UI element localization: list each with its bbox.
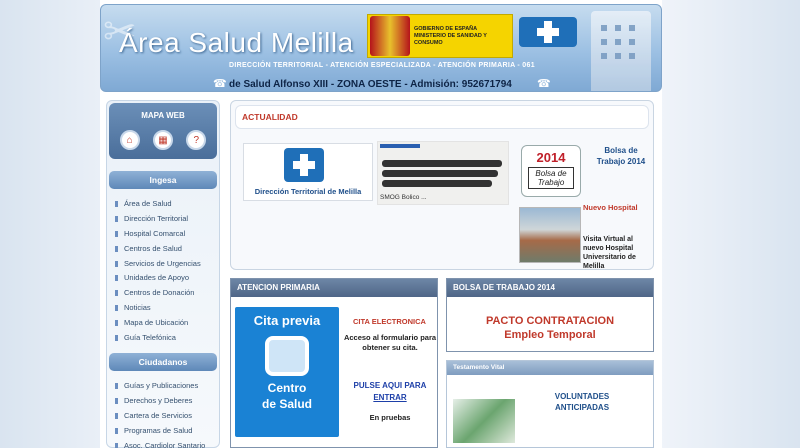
phone-icon: ☎ — [213, 78, 227, 90]
acceso-text: Acceso al formulario para obtener su cit… — [343, 333, 437, 352]
ingesa-cross-icon — [284, 148, 324, 182]
testamento-vital-panel: Testamento Vital VOLUNTADES ANTICIPADAS — [446, 360, 654, 448]
menu-item-donacion[interactable]: Centros de Donación — [115, 286, 219, 301]
menu-item-noticias[interactable]: Noticias — [115, 301, 219, 316]
cita-line3: de Salud — [261, 397, 312, 411]
writing-hand-image[interactable] — [453, 399, 515, 443]
phone-icon-right: ☎ — [537, 78, 551, 90]
gov-logo-line1: GOBIERNO DE ESPAÑA — [413, 25, 478, 32]
menu-item-centros-salud[interactable]: Centros de Salud — [115, 242, 219, 257]
news-redacted-line — [382, 160, 502, 167]
menu-item-unidades-apoyo[interactable]: Unidades de Apoyo — [115, 271, 219, 286]
visita-virtual-text[interactable]: Visita Virtual al nuevo Hospital Univers… — [583, 235, 653, 271]
mapa-web-title: MAPA WEB — [141, 111, 185, 120]
site-header: ✂ Área Salud Melilla GOBIERNO DE ESPAÑA … — [100, 4, 662, 92]
cita-line1: Cita previa — [253, 313, 321, 328]
news-snippet: SMOG Bolico ... — [380, 194, 427, 201]
cita-electronica-label: CITA ELECTRONICA — [353, 317, 426, 326]
actualidad-box: ACTUALIDAD Dirección Territorial de Meli… — [230, 100, 654, 270]
atencion-primaria-header: ATENCION PRIMARIA — [231, 279, 437, 297]
entrar-link[interactable]: ENTRAR — [343, 393, 437, 402]
bolsa-year: 2014 — [536, 150, 566, 165]
testamento-vital-header: Testamento Vital — [447, 361, 653, 375]
gobierno-espana-logo[interactable]: GOBIERNO DE ESPAÑA MINISTERIO DE SANIDAD… — [367, 14, 513, 58]
menu-item-asoc[interactable]: Asoc. Cardiolor Santario — [115, 439, 219, 448]
empleo-temporal-link[interactable]: Empleo Temporal — [447, 329, 653, 341]
site-title[interactable]: Área Salud Melilla — [119, 27, 354, 59]
actualidad-title: ACTUALIDAD — [242, 112, 298, 122]
news-link-bar — [380, 144, 420, 148]
menu-item-programas[interactable]: Programas de Salud — [115, 424, 219, 439]
page: ✂ Área Salud Melilla GOBIERNO DE ESPAÑA … — [100, 0, 662, 448]
actualidad-tab: ACTUALIDAD — [235, 105, 649, 129]
health-cross-icon — [537, 21, 559, 43]
menu-item-area-salud[interactable]: Área de Salud — [115, 197, 219, 212]
news-redacted-line — [382, 180, 492, 187]
help-icon[interactable]: ? — [186, 130, 207, 150]
menu-item-cartera[interactable]: Cartera de Servicios — [115, 409, 219, 424]
ciudadanos-menu: Guías y Publicaciones Derechos y Deberes… — [115, 379, 219, 448]
ingesa-menu: Área de Salud Dirección Territorial Hosp… — [115, 197, 219, 346]
news-redacted-line — [382, 170, 498, 177]
menu-item-hospital[interactable]: Hospital Comarcal — [115, 227, 219, 242]
voluntades-anticipadas-link[interactable]: VOLUNTADES ANTICIPADAS — [527, 391, 637, 413]
ciudadanos-section-head[interactable]: Ciudadanos — [109, 353, 217, 371]
en-pruebas-text: En pruebas — [369, 413, 411, 422]
bolsa-title-link[interactable]: Bolsa de Trabajo 2014 — [589, 145, 653, 167]
news-item[interactable]: SMOG Bolico ... — [377, 141, 509, 205]
ingesa-logo[interactable] — [519, 17, 577, 47]
mapa-web-box: MAPA WEB ⌂ ▦ ? — [109, 103, 217, 159]
menu-item-guias[interactable]: Guías y Publicaciones — [115, 379, 219, 394]
bolsa-tag: Bolsa de Trabajo — [528, 167, 574, 189]
cita-line2: Centro — [267, 381, 307, 395]
dt-label: Dirección Territorial de Melilla — [254, 187, 362, 196]
menu-item-urgencias[interactable]: Servicios de Urgencias — [115, 257, 219, 272]
nuevo-hospital-photo[interactable] — [519, 207, 581, 263]
bolsa-trabajo-panel: BOLSA DE TRABAJO 2014 PACTO CONTRATACION… — [446, 278, 654, 352]
cita-previa-banner[interactable]: Cita previa Centro de Salud — [235, 307, 339, 437]
mobile-phone-icon — [265, 336, 309, 376]
direccion-territorial-banner[interactable]: Dirección Territorial de Melilla — [243, 143, 373, 201]
nuevo-hospital-title[interactable]: Nuevo Hospital — [583, 203, 638, 213]
hospital-building-image — [591, 11, 651, 91]
pulse-aqui-text[interactable]: PULSE AQUI PARA — [343, 381, 437, 391]
menu-item-mapa[interactable]: Mapa de Ubicación — [115, 316, 219, 331]
ingesa-section-head[interactable]: Ingesa — [109, 171, 217, 189]
bolsa-2014-logo[interactable]: 2014 Bolsa de Trabajo — [521, 145, 581, 197]
coat-of-arms-icon — [370, 16, 410, 56]
address-ticker: de Salud Alfonso XIII - ZONA OESTE - Adm… — [229, 79, 512, 90]
gov-logo-line2: MINISTERIO DE SANIDAD Y CONSUMO — [413, 32, 487, 46]
atencion-primaria-panel: ATENCION PRIMARIA Cita previa Centro de … — [230, 278, 438, 448]
pacto-contratacion-link[interactable]: PACTO CONTRATACION — [447, 315, 653, 327]
home-icon[interactable]: ⌂ — [119, 130, 140, 150]
services-line: DIRECCIÓN TERRITORIAL - ATENCIÓN ESPECIA… — [229, 62, 535, 69]
sidebar: MAPA WEB ⌂ ▦ ? Ingesa Área de Salud Dire… — [106, 100, 220, 448]
menu-item-guia[interactable]: Guía Telefónica — [115, 331, 219, 346]
bolsa-trabajo-header: BOLSA DE TRABAJO 2014 — [447, 279, 653, 297]
sitemap-icon[interactable]: ▦ — [152, 130, 173, 150]
menu-item-direccion[interactable]: Dirección Territorial — [115, 212, 219, 227]
menu-item-derechos[interactable]: Derechos y Deberes — [115, 394, 219, 409]
